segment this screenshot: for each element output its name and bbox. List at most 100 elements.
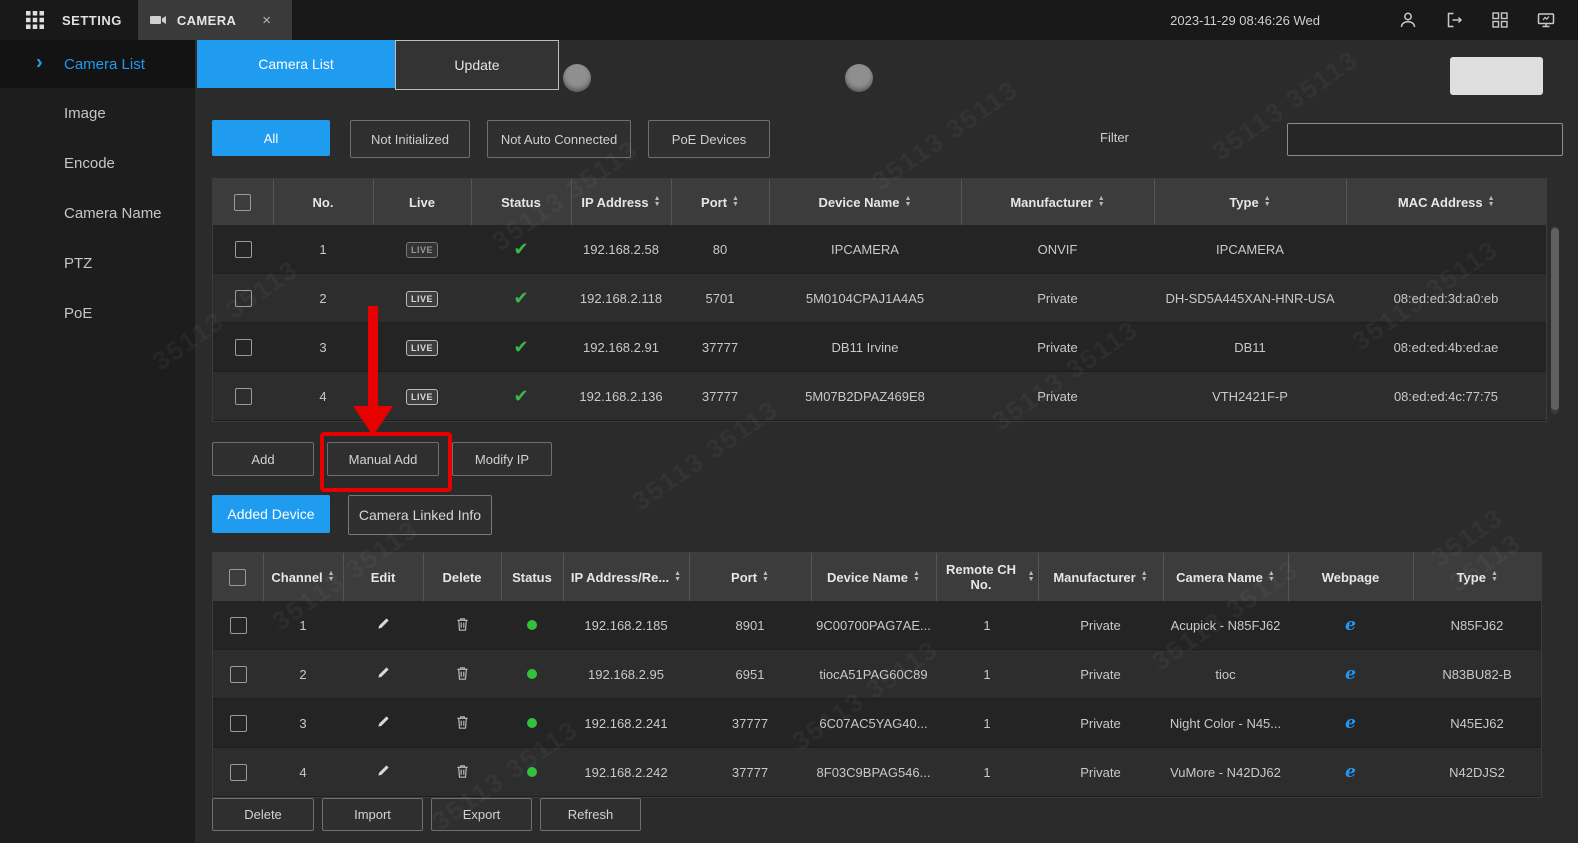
column-header-edit[interactable]: Edit bbox=[343, 553, 423, 601]
edit-icon[interactable] bbox=[376, 616, 391, 631]
row-checkbox[interactable] bbox=[230, 617, 247, 634]
column-header-camera-name[interactable]: Camera Name▲▼ bbox=[1163, 553, 1288, 601]
column-header-ip-address[interactable]: IP Address▲▼ bbox=[571, 179, 671, 225]
filter-poe-devices-button[interactable]: PoE Devices bbox=[648, 120, 770, 158]
filter-not-auto-connected-button[interactable]: Not Auto Connected bbox=[487, 120, 631, 158]
added-device-row[interactable]: 3192.168.2.241377776C07AC5YAG40...1Priva… bbox=[213, 699, 1541, 748]
select-all-checkbox[interactable] bbox=[229, 569, 246, 586]
sidebar-item-camera-name[interactable]: Camera Name bbox=[0, 188, 195, 238]
delete-icon[interactable] bbox=[455, 763, 470, 779]
sidebar-item-encode[interactable]: Encode bbox=[0, 138, 195, 188]
added-device-row[interactable]: 2192.168.2.956951tiocA51PAG60C891Private… bbox=[213, 650, 1541, 699]
column-header-ip-address-re-[interactable]: IP Address/Re...▲▼ bbox=[563, 553, 689, 601]
delete-icon[interactable] bbox=[455, 714, 470, 730]
row-checkbox[interactable] bbox=[235, 241, 252, 258]
tab-update[interactable]: Update bbox=[395, 40, 559, 90]
column-header-webpage[interactable]: Webpage bbox=[1288, 553, 1413, 601]
sidebar-item-image[interactable]: Image bbox=[0, 88, 195, 138]
sort-icon[interactable]: ▲▼ bbox=[1268, 571, 1275, 583]
sort-icon[interactable]: ▲▼ bbox=[762, 571, 769, 583]
row-checkbox[interactable] bbox=[235, 339, 252, 356]
column-header-delete[interactable]: Delete bbox=[423, 553, 501, 601]
user-icon[interactable] bbox=[1398, 10, 1418, 30]
webpage-icon[interactable]: e bbox=[1345, 615, 1356, 635]
sort-icon[interactable]: ▲▼ bbox=[1491, 571, 1498, 583]
filter-input[interactable] bbox=[1287, 123, 1563, 156]
select-all-checkbox[interactable] bbox=[234, 194, 251, 211]
live-badge[interactable]: LIVE bbox=[406, 340, 438, 356]
toggle-knob-partial[interactable] bbox=[845, 64, 873, 92]
apps-grid-icon[interactable] bbox=[26, 11, 44, 29]
row-checkbox[interactable] bbox=[230, 666, 247, 683]
column-header-manufacturer[interactable]: Manufacturer▲▼ bbox=[1038, 553, 1163, 601]
discovered-row[interactable]: 2LIVE✔192.168.2.11857015M0104CPAJ1A4A5Pr… bbox=[213, 274, 1546, 323]
toggle-knob-partial[interactable] bbox=[563, 64, 591, 92]
tab-camera-linked-info[interactable]: Camera Linked Info bbox=[348, 495, 492, 535]
sort-icon[interactable]: ▲▼ bbox=[1488, 196, 1495, 208]
sort-icon[interactable]: ▲▼ bbox=[1028, 571, 1035, 583]
partial-button[interactable] bbox=[1450, 57, 1543, 95]
row-checkbox[interactable] bbox=[235, 388, 252, 405]
delete-icon[interactable] bbox=[455, 616, 470, 632]
column-header-status[interactable]: Status bbox=[501, 553, 563, 601]
close-icon[interactable]: × bbox=[262, 13, 271, 28]
edit-icon[interactable] bbox=[376, 763, 391, 778]
sort-icon[interactable]: ▲▼ bbox=[654, 196, 661, 208]
modify-ip-button[interactable]: Modify IP bbox=[452, 442, 552, 476]
display-icon[interactable] bbox=[1536, 10, 1556, 30]
column-header-type[interactable]: Type▲▼ bbox=[1154, 179, 1346, 225]
add-button[interactable]: Add bbox=[212, 442, 314, 476]
delete-button[interactable]: Delete bbox=[212, 798, 314, 831]
webpage-icon[interactable]: e bbox=[1345, 762, 1356, 782]
scrollbar-thumb[interactable] bbox=[1551, 228, 1559, 410]
column-header-device-name[interactable]: Device Name▲▼ bbox=[811, 553, 936, 601]
filter-all-button[interactable]: All bbox=[212, 120, 330, 156]
added-device-row[interactable]: 1192.168.2.18589019C00700PAG7AE...1Priva… bbox=[213, 601, 1541, 650]
discovered-row[interactable]: 3LIVE✔192.168.2.9137777DB11 IrvinePrivat… bbox=[213, 323, 1546, 372]
table-scrollbar[interactable] bbox=[1551, 226, 1559, 414]
added-device-row[interactable]: 4192.168.2.242377778F03C9BPAG546...1Priv… bbox=[213, 748, 1541, 797]
select-all-cell[interactable] bbox=[213, 553, 263, 601]
edit-icon[interactable] bbox=[376, 714, 391, 729]
column-header-channel[interactable]: Channel▲▼ bbox=[263, 553, 343, 601]
edit-icon[interactable] bbox=[376, 665, 391, 680]
column-header-remote-ch-no-[interactable]: Remote CH No.▲▼ bbox=[936, 553, 1038, 601]
sidebar-item-camera-list[interactable]: ›Camera List bbox=[0, 40, 195, 88]
refresh-button[interactable]: Refresh bbox=[540, 798, 641, 831]
sort-icon[interactable]: ▲▼ bbox=[328, 571, 335, 583]
sort-icon[interactable]: ▲▼ bbox=[674, 571, 681, 583]
column-header-no-[interactable]: No. bbox=[273, 179, 373, 225]
row-checkbox[interactable] bbox=[230, 764, 247, 781]
tab-added-device[interactable]: Added Device bbox=[212, 495, 330, 533]
camera-window-tab[interactable]: CAMERA × bbox=[138, 0, 292, 40]
sort-icon[interactable]: ▲▼ bbox=[1098, 196, 1105, 208]
delete-icon[interactable] bbox=[455, 665, 470, 681]
column-header-mac-address[interactable]: MAC Address▲▼ bbox=[1346, 179, 1546, 225]
multi-screen-icon[interactable] bbox=[1490, 10, 1510, 30]
tab-camera-list[interactable]: Camera List bbox=[197, 40, 395, 88]
export-button[interactable]: Export bbox=[431, 798, 532, 831]
sort-icon[interactable]: ▲▼ bbox=[905, 196, 912, 208]
import-button[interactable]: Import bbox=[322, 798, 423, 831]
sort-icon[interactable]: ▲▼ bbox=[732, 196, 739, 208]
column-header-status[interactable]: Status bbox=[471, 179, 571, 225]
filter-not-initialized-button[interactable]: Not Initialized bbox=[350, 120, 470, 158]
column-header-device-name[interactable]: Device Name▲▼ bbox=[769, 179, 961, 225]
sort-icon[interactable]: ▲▼ bbox=[1264, 196, 1271, 208]
select-all-cell[interactable] bbox=[213, 179, 273, 225]
webpage-icon[interactable]: e bbox=[1345, 664, 1356, 684]
sidebar-item-ptz[interactable]: PTZ bbox=[0, 238, 195, 288]
live-badge[interactable]: LIVE bbox=[406, 291, 438, 307]
sidebar-item-poe[interactable]: PoE bbox=[0, 288, 195, 338]
sort-icon[interactable]: ▲▼ bbox=[913, 571, 920, 583]
column-header-manufacturer[interactable]: Manufacturer▲▼ bbox=[961, 179, 1154, 225]
discovered-row[interactable]: 4LIVE✔192.168.2.136377775M07B2DPAZ469E8P… bbox=[213, 372, 1546, 421]
webpage-icon[interactable]: e bbox=[1345, 713, 1356, 733]
live-badge[interactable]: LIVE bbox=[406, 242, 438, 258]
column-header-port[interactable]: Port▲▼ bbox=[671, 179, 769, 225]
discovered-row[interactable]: 1LIVE✔192.168.2.5880IPCAMERAONVIFIPCAMER… bbox=[213, 225, 1546, 274]
manual-add-button[interactable]: Manual Add bbox=[327, 442, 439, 476]
logout-icon[interactable] bbox=[1444, 10, 1464, 30]
column-header-port[interactable]: Port▲▼ bbox=[689, 553, 811, 601]
column-header-type[interactable]: Type▲▼ bbox=[1413, 553, 1541, 601]
